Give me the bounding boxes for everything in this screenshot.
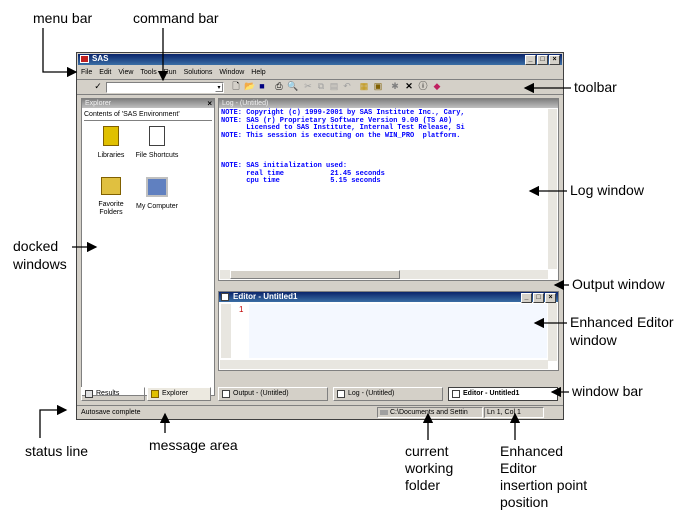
callout-arrows xyxy=(39,28,571,440)
arrow-menu-bar xyxy=(42,28,78,78)
arrow-status-line xyxy=(39,404,68,438)
